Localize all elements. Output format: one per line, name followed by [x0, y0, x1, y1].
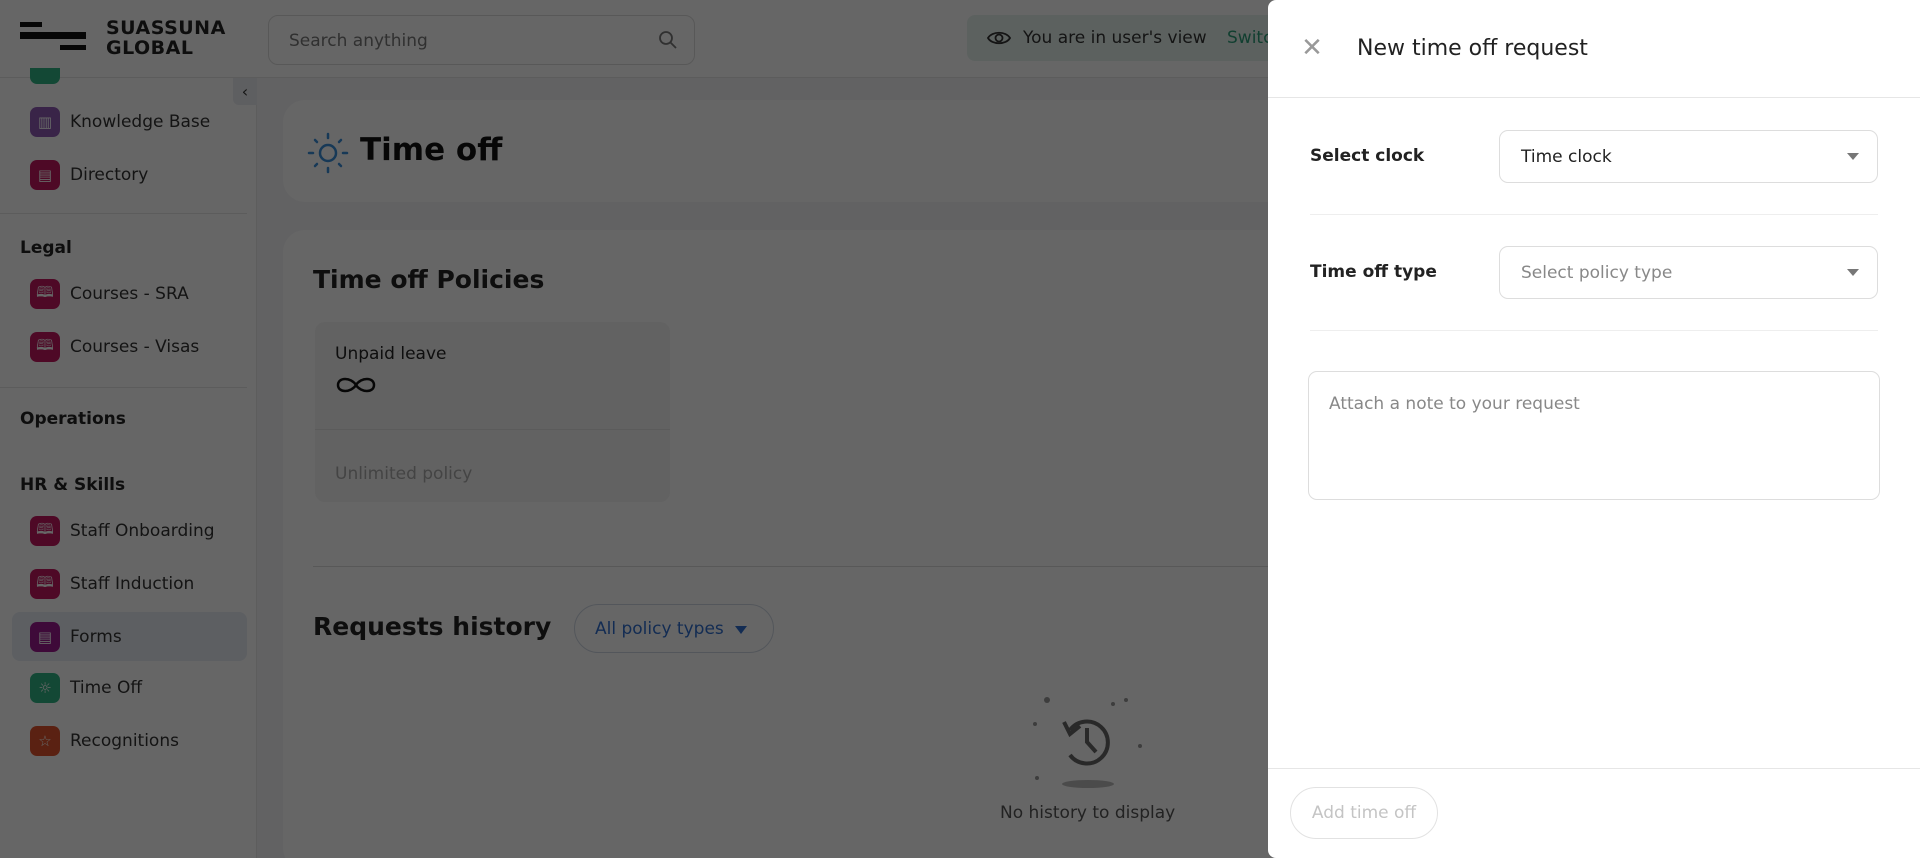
- divider: [1310, 214, 1878, 215]
- book-icon: 🕮: [30, 569, 60, 599]
- close-icon[interactable]: ✕: [1300, 35, 1324, 61]
- select-clock-value: Time clock: [1521, 147, 1612, 167]
- time-off-type-placeholder: Select policy type: [1521, 263, 1673, 283]
- divider: [313, 566, 1313, 567]
- sidebar-item-staff-induction[interactable]: 🕮 Staff Induction: [30, 569, 194, 599]
- search-icon: [659, 31, 677, 49]
- caret-down-icon: [735, 626, 747, 634]
- clipboard-icon: ▤: [30, 622, 60, 652]
- divider: [1310, 330, 1878, 331]
- search-placeholder: Search anything: [289, 31, 428, 51]
- banner-text: You are in user's view: [1023, 28, 1207, 48]
- directory-icon: ▤: [30, 160, 60, 190]
- section-hr-skills: HR & Skills: [20, 475, 126, 495]
- sidebar-item-directory[interactable]: ▤ Directory: [30, 160, 148, 190]
- sidebar-item-courses-visas[interactable]: 🕮 Courses - Visas: [30, 332, 199, 362]
- sidebar-item-staff-onboarding[interactable]: 🕮 Staff Onboarding: [30, 516, 215, 546]
- star-icon: ☆: [30, 726, 60, 756]
- book-icon: 🕮: [30, 516, 60, 546]
- note-textarea[interactable]: Attach a note to your request: [1308, 371, 1880, 500]
- sidebar-item-label: Directory: [70, 165, 149, 185]
- requests-history-title: Requests history: [313, 612, 552, 641]
- divider: [0, 387, 247, 388]
- policy-footer: Unlimited policy: [335, 464, 473, 484]
- divider: [1268, 97, 1920, 98]
- sidebar-item-label: Forms: [70, 627, 122, 647]
- book-icon: 🕮: [30, 279, 60, 309]
- book-icon: ▥: [30, 107, 60, 137]
- sidebar-item-knowledge-base[interactable]: ▥ Knowledge Base: [30, 107, 210, 137]
- caret-down-icon: [1847, 153, 1859, 160]
- section-operations[interactable]: Operations: [20, 409, 126, 429]
- user-view-banner: You are in user's view Switc: [967, 15, 1287, 61]
- policy-name: Unpaid leave: [335, 344, 447, 364]
- sidebar-item-courses-sra[interactable]: 🕮 Courses - SRA: [30, 279, 189, 309]
- divider: [0, 213, 247, 214]
- eye-icon: [987, 31, 1011, 45]
- time-off-type-dropdown[interactable]: Select policy type: [1499, 246, 1878, 299]
- infinity-icon: [336, 377, 376, 393]
- logo-text-line2: GLOBAL: [106, 37, 194, 59]
- policy-type-filter[interactable]: All policy types: [574, 604, 774, 653]
- sidebar-item-label: Courses - Visas: [70, 337, 200, 357]
- caret-down-icon: [1847, 269, 1859, 276]
- page-title: Time off: [360, 132, 503, 168]
- new-time-off-panel: ✕ New time off request Select clock Time…: [1268, 0, 1920, 858]
- sidebar-item-recognitions[interactable]: ☆ Recognitions: [30, 726, 179, 756]
- sun-icon: ☼: [30, 673, 60, 703]
- section-legal: Legal: [20, 238, 72, 258]
- policy-tile[interactable]: Unpaid leave Unlimited policy: [315, 322, 670, 502]
- chevron-left-icon: ‹: [241, 82, 249, 101]
- note-placeholder: Attach a note to your request: [1329, 394, 1580, 414]
- sidebar-item-label: Recognitions: [70, 731, 179, 751]
- book-icon: 🕮: [30, 332, 60, 362]
- sidebar-item-label: Time Off: [70, 678, 143, 698]
- history-icon: [1033, 697, 1142, 788]
- sidebar-item-label: Staff Induction: [70, 574, 195, 594]
- time-off-type-label: Time off type: [1310, 262, 1437, 282]
- collapse-sidebar-button[interactable]: ‹: [233, 78, 257, 105]
- filter-label: All policy types: [595, 619, 724, 639]
- sidebar-item-label: Staff Onboarding: [70, 521, 215, 541]
- sidebar-item-label: Knowledge Base: [70, 112, 211, 132]
- sidebar-item-forms[interactable]: ▤ Forms: [30, 622, 122, 652]
- panel-title: New time off request: [1357, 36, 1588, 61]
- add-time-off-button[interactable]: Add time off: [1290, 787, 1438, 839]
- sidebar-item-time-off[interactable]: ☼ Time Off: [30, 673, 142, 703]
- partial-nav-icon: [30, 68, 60, 84]
- divider: [1268, 768, 1920, 769]
- switch-view-link[interactable]: Switc: [1227, 28, 1272, 48]
- search-input[interactable]: Search anything: [268, 15, 695, 65]
- logo-text-line1: SUASSUNA: [106, 17, 226, 39]
- select-clock-dropdown[interactable]: Time clock: [1499, 130, 1878, 183]
- empty-state-text: No history to display: [1000, 803, 1176, 823]
- policies-title: Time off Policies: [313, 265, 545, 294]
- sun-icon: [307, 132, 349, 174]
- sidebar-item-label: Courses - SRA: [70, 284, 189, 304]
- logo[interactable]: SUASSUNA GLOBAL: [20, 18, 230, 60]
- select-clock-label: Select clock: [1310, 146, 1425, 166]
- divider: [315, 429, 670, 430]
